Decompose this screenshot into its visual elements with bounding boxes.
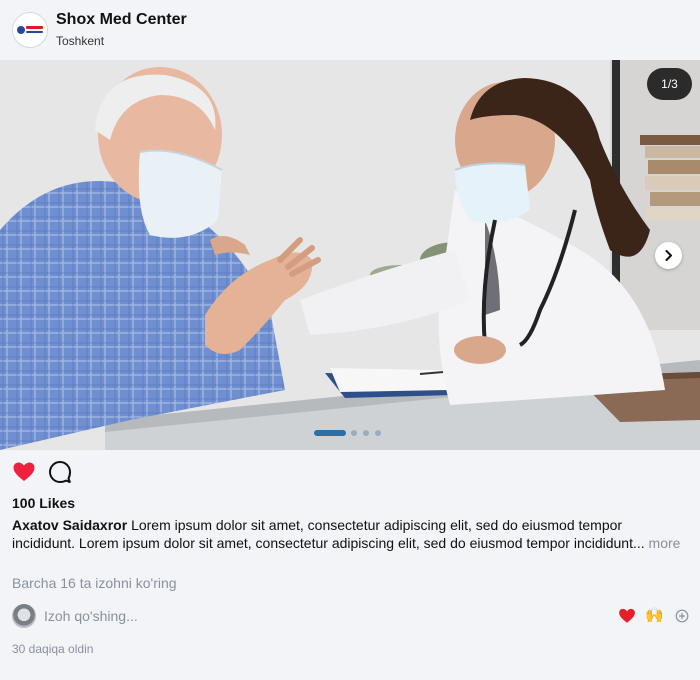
like-button[interactable] <box>12 460 36 484</box>
logo-line <box>26 26 43 29</box>
caption-author[interactable]: Axatov Saidaxror <box>12 517 127 533</box>
doctor-patient-photo <box>0 60 700 450</box>
user-avatar <box>12 604 36 628</box>
account-name[interactable]: Shox Med Center <box>56 11 187 29</box>
post-card: Shox Med Center Toshkent 1/3 100 Likes A… <box>0 0 700 680</box>
post-timestamp: 30 daqiqa oldin <box>12 642 94 656</box>
view-all-comments-link[interactable]: Barcha 16 ta izohni ko'ring <box>12 575 177 591</box>
account-location[interactable]: Toshkent <box>56 34 104 48</box>
post-caption: Axatov Saidaxror Lorem ipsum dolor sit a… <box>12 517 688 552</box>
quick-reaction-heart[interactable] <box>618 607 636 625</box>
slide-dot-active[interactable] <box>314 430 346 436</box>
comment-button[interactable] <box>48 460 72 484</box>
heart-icon <box>13 462 35 481</box>
comment-input[interactable] <box>44 605 604 627</box>
more-link[interactable]: more <box>649 535 681 551</box>
logo-mark <box>17 26 25 34</box>
plus-circle-icon <box>675 609 689 623</box>
slide-dot[interactable] <box>375 430 381 436</box>
heart-icon <box>619 608 635 623</box>
add-reaction-button[interactable] <box>675 609 689 623</box>
next-slide-button[interactable] <box>655 242 682 269</box>
account-avatar[interactable] <box>12 12 48 48</box>
comment-bubble-icon <box>49 461 71 483</box>
post-header: Shox Med Center Toshkent <box>0 0 700 60</box>
slide-dot[interactable] <box>351 430 357 436</box>
chevron-right-icon <box>665 250 672 261</box>
slide-dot[interactable] <box>363 430 369 436</box>
likes-count[interactable]: 100 Likes <box>12 495 75 511</box>
post-image[interactable]: 1/3 <box>0 60 700 450</box>
quick-reaction-raised-hands[interactable]: 🙌 <box>645 607 665 625</box>
slide-counter: 1/3 <box>647 68 692 100</box>
logo-line <box>26 31 43 33</box>
